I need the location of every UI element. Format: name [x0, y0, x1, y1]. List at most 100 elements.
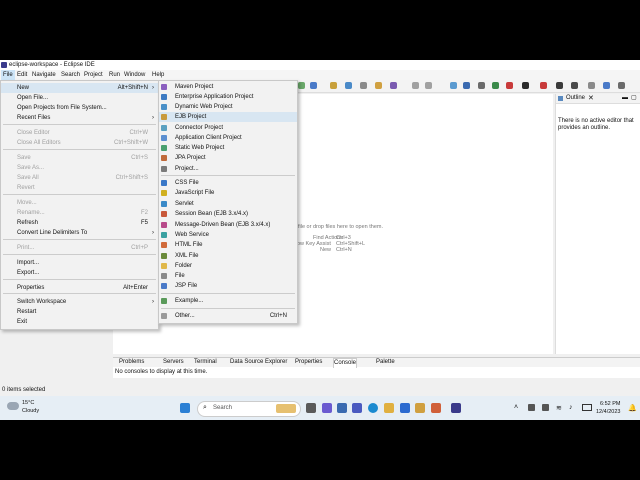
new-submenu-item[interactable]: Dynamic Web Project [159, 102, 297, 112]
new-submenu-item[interactable]: JavaScript File [159, 188, 297, 198]
mylyn-icon[interactable] [506, 82, 513, 89]
tab-palette[interactable]: Palette [376, 358, 395, 367]
marketplace-icon[interactable] [540, 82, 547, 89]
new-submenu-item[interactable]: Project... [159, 164, 297, 174]
teams-work-icon[interactable] [352, 403, 362, 413]
menu-project[interactable]: Project [82, 70, 105, 80]
file-menu-item[interactable]: Recent Files › [1, 113, 158, 123]
tab-terminal[interactable]: Terminal [194, 358, 217, 367]
server-icon[interactable] [450, 82, 457, 89]
file-menu-item[interactable]: Import... [1, 258, 158, 268]
open-perspective-icon[interactable] [588, 82, 595, 89]
file-menu-item[interactable]: Switch Workspace › [1, 297, 158, 307]
clock-time[interactable]: 6:52 PM [600, 401, 620, 407]
file-menu-item[interactable]: Print... Ctrl+P [1, 243, 158, 253]
menu-help[interactable]: Help [150, 70, 166, 80]
new-submenu-item[interactable]: Maven Project [159, 82, 297, 92]
maximize-icon[interactable]: ▢ [631, 94, 637, 103]
file-menu-item[interactable]: Convert Line Delimiters To › [1, 228, 158, 238]
new-submenu-item[interactable]: Web Service [159, 230, 297, 240]
tab-properties[interactable]: Properties [295, 358, 322, 367]
run-icon[interactable] [298, 82, 305, 89]
sticky-notes-icon[interactable] [415, 403, 425, 413]
tab-console[interactable]: Console [333, 358, 358, 368]
new-submenu-item[interactable]: Enterprise Application Project [159, 92, 297, 102]
new-submenu-item[interactable]: Servlet [159, 199, 297, 209]
new-submenu-item[interactable]: Example... [159, 296, 297, 306]
widgets-icon[interactable] [337, 403, 347, 413]
edge-icon[interactable] [368, 403, 378, 413]
file-menu-item[interactable]: Move... [1, 198, 158, 208]
eclipse-taskbar-icon[interactable] [451, 403, 461, 413]
xampp-icon[interactable] [431, 403, 441, 413]
new-submenu-item[interactable]: HTML File [159, 240, 297, 250]
capture-icon[interactable] [522, 82, 529, 89]
back-icon[interactable] [412, 82, 419, 89]
store-icon[interactable] [400, 403, 410, 413]
network-tray-icon[interactable] [528, 404, 535, 411]
chevron-up-icon[interactable]: ˄ [514, 404, 518, 411]
java-perspective-icon[interactable] [603, 82, 610, 89]
menu-search[interactable]: Search [59, 70, 82, 80]
battery-icon[interactable] [582, 404, 592, 411]
file-menu-item[interactable]: Rename... F2 [1, 208, 158, 218]
task-view-icon[interactable] [306, 403, 316, 413]
file-menu-item[interactable]: Properties Alt+Enter [1, 283, 158, 293]
clock-date[interactable]: 12/4/2023 [596, 409, 620, 415]
new-submenu-item[interactable]: Folder [159, 261, 297, 271]
notification-icon[interactable]: 🔔 [628, 404, 637, 412]
new-submenu-item[interactable]: XML File [159, 251, 297, 261]
file-menu-item[interactable]: New Alt+Shift+N › [1, 83, 158, 93]
tab-data-source-explorer[interactable]: Data Source Explorer [230, 358, 287, 367]
speaker-icon[interactable]: ♪ [569, 404, 573, 411]
menu-file[interactable]: File [1, 70, 15, 80]
menu-navigate[interactable]: Navigate [30, 70, 58, 80]
new-submenu-item[interactable]: CSS File [159, 178, 297, 188]
tools-icon[interactable] [478, 82, 485, 89]
new-submenu-item[interactable]: JSP File [159, 281, 297, 291]
debug-icon[interactable] [310, 82, 317, 89]
tab-outline[interactable]: Outline [566, 94, 585, 103]
file-menu-item[interactable]: Close Editor Ctrl+W [1, 128, 158, 138]
weather-temp[interactable]: 15°C [22, 400, 34, 406]
windows-start-icon[interactable] [180, 403, 190, 413]
onedrive-icon[interactable] [542, 404, 549, 411]
file-menu-item[interactable]: Save As... [1, 163, 158, 173]
file-menu-item[interactable]: Revert [1, 183, 158, 193]
menu-edit[interactable]: Edit [15, 70, 29, 80]
new-class-icon[interactable] [345, 82, 352, 89]
debug-perspective-icon[interactable] [618, 82, 625, 89]
new-submenu-item[interactable]: JPA Project [159, 153, 297, 163]
new-submenu-item[interactable]: Static Web Project [159, 143, 297, 153]
new-submenu-item[interactable]: Session Bean (EJB 3.x/4.x) [159, 209, 297, 219]
teams-icon[interactable] [322, 403, 332, 413]
file-menu-item[interactable]: Open Projects from File System... [1, 103, 158, 113]
new-submenu-item[interactable]: EJB Project [159, 112, 297, 122]
minimize-icon[interactable]: ▬ [622, 94, 628, 103]
forward-icon[interactable] [425, 82, 432, 89]
new-submenu-item[interactable]: File [159, 271, 297, 281]
new-submenu-item[interactable]: Application Client Project [159, 133, 297, 143]
file-explorer-icon[interactable] [384, 403, 394, 413]
open-type-icon[interactable] [360, 82, 367, 89]
file-menu-item[interactable]: Exit [1, 317, 158, 327]
file-menu-item[interactable]: Save All Ctrl+Shift+S [1, 173, 158, 183]
git-icon[interactable] [492, 82, 499, 89]
new-submenu-item[interactable]: Connector Project [159, 123, 297, 133]
menu-window[interactable]: Window [122, 70, 147, 80]
file-menu-item[interactable]: Close All Editors Ctrl+Shift+W [1, 138, 158, 148]
menu-run[interactable]: Run [107, 70, 122, 80]
file-menu-item[interactable]: Open File... [1, 93, 158, 103]
tab-servers[interactable]: Servers [163, 358, 184, 367]
perspective-icon[interactable] [390, 82, 397, 89]
wifi-icon[interactable]: ≋ [556, 404, 562, 412]
weather-desc[interactable]: Cloudy [22, 408, 39, 414]
file-menu-item[interactable]: Refresh F5 [1, 218, 158, 228]
file-menu-item[interactable]: Restart [1, 307, 158, 317]
tab-problems[interactable]: Problems [119, 358, 144, 367]
share-icon[interactable] [556, 82, 563, 89]
file-menu-item[interactable]: Save Ctrl+S [1, 153, 158, 163]
new-package-icon[interactable] [330, 82, 337, 89]
file-menu-item[interactable]: Export... [1, 268, 158, 278]
java-ee-perspective-icon[interactable] [571, 82, 578, 89]
